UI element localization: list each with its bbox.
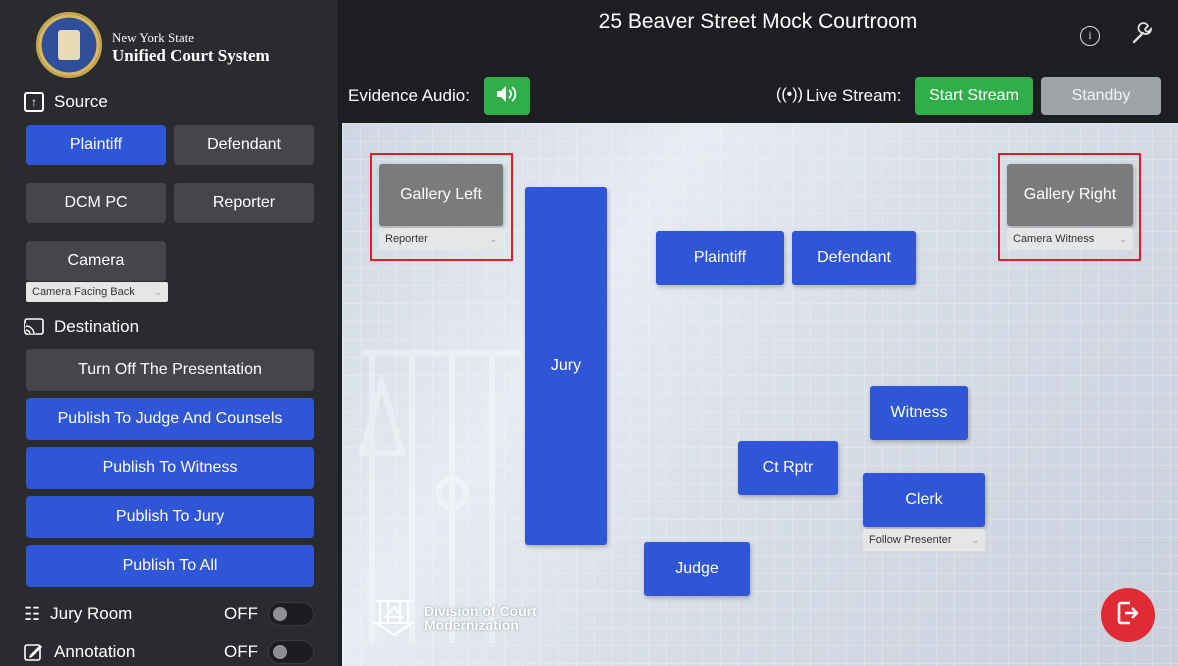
header-bar: 25 Beaver Street Mock Courtroom i bbox=[338, 0, 1178, 82]
gallery-left-select-value: Reporter bbox=[385, 233, 428, 245]
dcm-logo-line2: Modernization bbox=[424, 616, 519, 633]
defendant-tile[interactable]: Defendant bbox=[792, 231, 916, 285]
broadcast-icon: ((•)) bbox=[776, 86, 803, 103]
cast-icon bbox=[24, 318, 44, 336]
source-arrow-icon: ↑ bbox=[24, 92, 44, 112]
jury-room-toggle[interactable] bbox=[268, 602, 314, 626]
clerk-tile[interactable]: Clerk bbox=[863, 473, 985, 527]
source-camera-button[interactable]: Camera bbox=[26, 241, 166, 281]
org-name-line1: New York State bbox=[112, 30, 194, 45]
plaintiff-tile[interactable]: Plaintiff bbox=[656, 231, 784, 285]
dcm-logo: Division of Court Modernization bbox=[372, 593, 537, 642]
destination-heading-label: Destination bbox=[54, 317, 140, 336]
standby-button[interactable]: Standby bbox=[1041, 77, 1161, 115]
dcm-logo-line1: Division of Court bbox=[424, 602, 537, 619]
chevron-down-icon: ⌄ bbox=[154, 286, 162, 297]
publish-all-button[interactable]: Publish To All bbox=[26, 545, 314, 587]
live-stream-label: Live Stream: bbox=[806, 86, 902, 105]
gallery-right-select-value: Camera Witness bbox=[1013, 233, 1095, 245]
courthouse-logo-icon bbox=[372, 593, 416, 642]
chevron-down-icon: ⌄ bbox=[489, 233, 497, 244]
annotation-toggle[interactable] bbox=[268, 640, 314, 664]
clerk-select-value: Follow Presenter bbox=[869, 534, 952, 546]
page-title: 25 Beaver Street Mock Courtroom bbox=[598, 10, 918, 33]
annotation-state: OFF bbox=[224, 642, 258, 661]
gallery-right-select[interactable]: Camera Witness ⌄ bbox=[1007, 228, 1133, 250]
gallery-left-tile[interactable]: Gallery Left bbox=[379, 164, 503, 226]
source-heading-label: Source bbox=[54, 92, 108, 111]
start-stream-button[interactable]: Start Stream bbox=[915, 77, 1033, 115]
evidence-audio-button[interactable] bbox=[484, 77, 530, 115]
sidebar: New York State Unified Court System ↑ So… bbox=[0, 0, 338, 666]
source-plaintiff-button[interactable]: Plaintiff bbox=[26, 125, 166, 165]
wrench-icon[interactable] bbox=[1130, 22, 1154, 46]
destination-heading: Destination bbox=[24, 317, 139, 337]
jury-room-label: Jury Room bbox=[50, 604, 133, 623]
camera-select[interactable]: Camera Facing Back ⌄ bbox=[26, 282, 168, 302]
exit-icon bbox=[1116, 600, 1140, 631]
exit-button[interactable] bbox=[1101, 588, 1155, 642]
courtroom-layout: Gallery Left Reporter ⌄ Gallery Right Ca… bbox=[342, 123, 1178, 666]
speaker-icon bbox=[495, 84, 519, 109]
source-reporter-button[interactable]: Reporter bbox=[174, 183, 314, 223]
chevron-down-icon: ⌄ bbox=[971, 534, 979, 545]
turn-off-presentation-button[interactable]: Turn Off The Presentation bbox=[26, 349, 314, 391]
source-dcm-pc-button[interactable]: DCM PC bbox=[26, 183, 166, 223]
jury-tile[interactable]: Jury bbox=[525, 187, 607, 545]
annotation-label: Annotation bbox=[54, 642, 136, 661]
clerk-select[interactable]: Follow Presenter ⌄ bbox=[863, 529, 985, 551]
jury-room-icon: ☷ bbox=[24, 603, 41, 624]
publish-judge-counsels-button[interactable]: Publish To Judge And Counsels bbox=[26, 398, 314, 440]
gallery-left-select[interactable]: Reporter ⌄ bbox=[379, 228, 503, 250]
annotation-row: Annotation OFF bbox=[24, 640, 314, 664]
gallery-right-tile[interactable]: Gallery Right bbox=[1007, 164, 1133, 226]
publish-witness-button[interactable]: Publish To Witness bbox=[26, 447, 314, 489]
nys-seal-logo bbox=[36, 12, 102, 78]
ct-rptr-tile[interactable]: Ct Rptr bbox=[738, 441, 838, 495]
source-defendant-button[interactable]: Defendant bbox=[174, 125, 314, 165]
jury-room-row: ☷ Jury Room OFF bbox=[24, 602, 314, 626]
camera-select-value: Camera Facing Back bbox=[32, 286, 135, 298]
jury-room-state: OFF bbox=[224, 604, 258, 623]
info-icon[interactable]: i bbox=[1080, 26, 1100, 46]
publish-jury-button[interactable]: Publish To Jury bbox=[26, 496, 314, 538]
annotation-edit-icon bbox=[24, 642, 44, 662]
witness-tile[interactable]: Witness bbox=[870, 386, 968, 440]
org-name-line2: Unified Court System bbox=[112, 46, 270, 65]
evidence-audio-label: Evidence Audio: bbox=[348, 86, 470, 105]
source-heading: ↑ Source bbox=[24, 92, 108, 112]
judge-tile[interactable]: Judge bbox=[644, 542, 750, 596]
chevron-down-icon: ⌄ bbox=[1119, 233, 1127, 244]
